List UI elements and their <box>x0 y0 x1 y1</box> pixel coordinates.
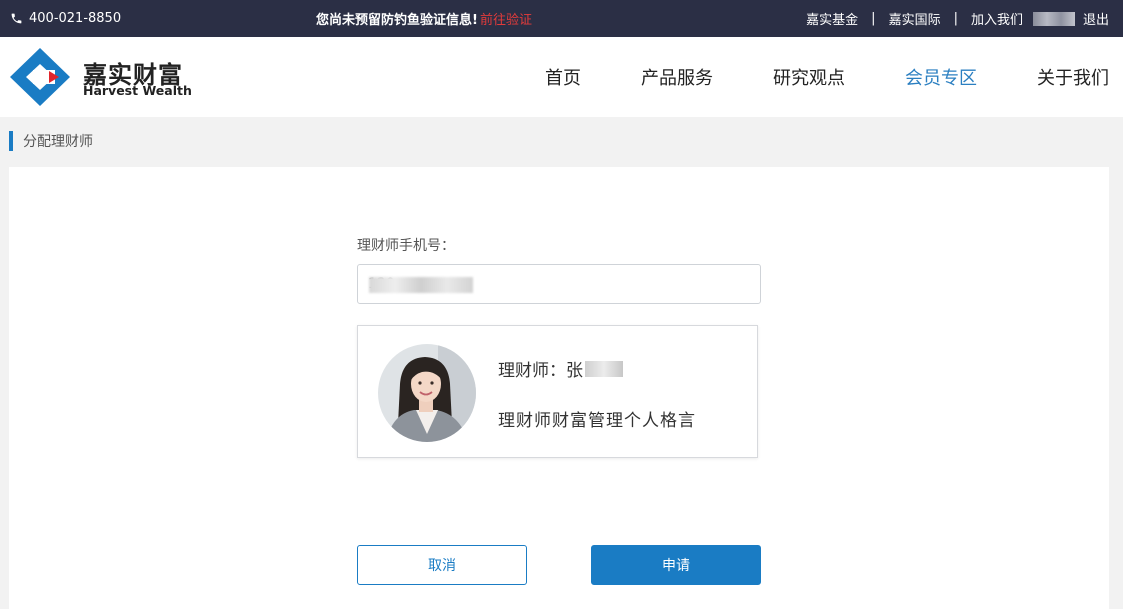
advisor-name-redaction <box>585 360 623 377</box>
site-header: 嘉实财富 Harvest Wealth 首页 产品服务 研究观点 会员专区 关于… <box>0 37 1123 117</box>
link-harvest-fund[interactable]: 嘉实基金 <box>806 9 858 28</box>
advisor-phone-input[interactable] <box>357 264 761 304</box>
logo[interactable]: 嘉实财富 Harvest Wealth <box>9 47 192 107</box>
verify-link[interactable]: 前往验证 <box>480 9 532 28</box>
advisor-motto: 理财师财富管理个人格言 <box>498 411 696 431</box>
link-join-us[interactable]: 加入我们 <box>971 9 1023 28</box>
hotline: 400-021-8850 <box>10 0 121 37</box>
logo-text-english: Harvest Wealth <box>83 83 192 98</box>
user-name-redacted[interactable] <box>1032 11 1075 26</box>
hotline-number: 400-021-8850 <box>29 11 122 26</box>
nav-member-zone[interactable]: 会员专区 <box>905 64 977 90</box>
advisor-card: 理财师：张 理财师财富管理个人格言 <box>357 325 758 458</box>
harvest-logo-icon <box>10 48 70 106</box>
advisor-name: 理财师：张 <box>498 356 623 381</box>
advisor-avatar <box>378 344 476 442</box>
assign-advisor-panel: 理财师手机号： 理财师：张 理财师财富管理个人格言 取消 申请 <box>9 167 1109 609</box>
nav-home[interactable]: 首页 <box>545 64 581 90</box>
nav-about-us[interactable]: 关于我们 <box>1037 64 1109 90</box>
phone-field-label: 理财师手机号： <box>357 238 455 254</box>
apply-button[interactable]: 申请 <box>591 545 761 585</box>
separator: | <box>953 11 958 26</box>
link-harvest-international[interactable]: 嘉实国际 <box>889 9 941 28</box>
main-nav: 首页 产品服务 研究观点 会员专区 关于我们 <box>485 37 1109 117</box>
top-bar: 400-021-8850 您尚未预留防钓鱼验证信息! 前往验证 嘉实基金 | 嘉… <box>0 0 1123 37</box>
breadcrumb-marker <box>9 131 13 151</box>
page-title: 分配理财师 <box>23 134 93 150</box>
notice-text: 您尚未预留防钓鱼验证信息! <box>316 13 478 28</box>
phone-icon <box>11 13 22 24</box>
nav-research[interactable]: 研究观点 <box>773 64 845 90</box>
avatar-photo <box>378 344 476 442</box>
advisor-name-text: 理财师：张 <box>498 361 583 381</box>
cancel-button[interactable]: 取消 <box>357 545 527 585</box>
security-notice: 您尚未预留防钓鱼验证信息! 前往验证 <box>316 0 532 37</box>
separator: | <box>871 11 876 26</box>
top-links: 嘉实基金 | 嘉实国际 | 加入我们 退出 <box>806 0 1109 37</box>
nav-products[interactable]: 产品服务 <box>641 64 713 90</box>
logout-link[interactable]: 退出 <box>1083 9 1109 28</box>
breadcrumb: 分配理财师 <box>9 130 93 152</box>
